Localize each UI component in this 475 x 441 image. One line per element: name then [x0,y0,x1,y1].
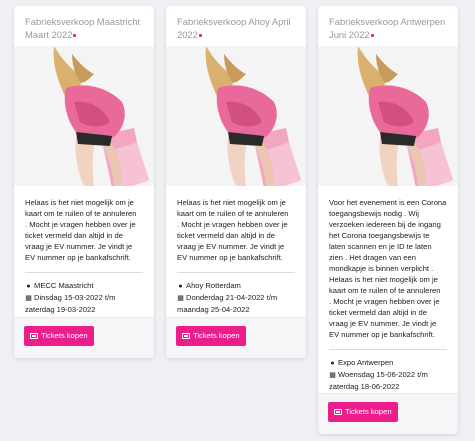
card-body: Helaas is het niet mogelijk om je kaart … [14,186,154,315]
map-marker-icon: ● [26,283,31,290]
event-image [318,46,458,186]
button-label: Tickets kopen [41,331,88,340]
tickets-kopen-button[interactable]: Tickets kopen [328,402,398,422]
card-title-line: Juni 2022 [329,29,370,40]
description-line: ticket vermeld dan altijd in de [177,231,275,240]
description-line: EV nummer op je bankafschrift. [25,253,131,262]
card-title: Fabrieksverkoop Antwerpen Juni 2022 [318,6,458,46]
card-description: Voor het evenement is een Corona toegang… [329,197,447,340]
card-title-line: Fabrieksverkoop Antwerpen [329,16,446,27]
tickets-kopen-button[interactable]: Tickets kopen [24,326,94,346]
accent-dot [370,34,374,37]
card-footer: Tickets kopen [166,317,306,358]
card-body: Helaas is het niet mogelijk om je kaart … [166,186,306,315]
card-title: Fabrieksverkoop Maastricht Maart 2022 [14,6,154,46]
card-title-line: Maart 2022 [25,29,73,40]
location-label: Ahoy Rotterdam [186,281,241,290]
description-line: vraag je EV nummer. Je vindt je [329,319,437,328]
card-title-line: Fabrieksverkoop Ahoy April [177,16,291,27]
event-location: ● Expo Antwerpen [329,357,447,369]
divider [25,272,143,273]
description-line: mondkapje is binnen verplicht . [329,264,434,273]
event-card: Fabrieksverkoop Maastricht Maart 2022 He… [14,6,154,358]
description-line: ticket vermeld dan altijd in de [329,308,427,317]
card-title-line: 2022 [177,29,198,40]
event-location: ● Ahoy Rotterdam [177,280,295,292]
date-label: Dinsdag 15-03-2022 t/m [34,293,116,302]
event-card: Fabrieksverkoop Ahoy April 2022 Helaas i… [166,6,306,358]
description-line: . Mocht je vragen hebben over je [25,220,136,229]
divider [177,272,295,273]
description-line: Helaas is het niet mogelijk om je [329,275,438,284]
description-line: kaart om te ruilen of te annuleren [25,209,137,218]
description-line: . Mocht je vragen hebben over je [177,220,288,229]
event-location: ● MECC Maastricht [25,280,143,292]
description-line: ticket vermeld dan altijd in de [25,231,123,240]
location-label: Expo Antwerpen [338,358,394,367]
calendar-icon: ▦ [177,295,184,302]
card-description: Helaas is het niet mogelijk om je kaart … [177,197,295,263]
description-line: kaart om te ruilen of te annuleren [329,286,441,295]
event-image [166,46,306,186]
description-line: toegangsbewijs nodig . Wij [329,209,419,218]
card-title-line: Fabrieksverkoop Maastricht [25,16,141,27]
location-label: MECC Maastricht [34,281,94,290]
description-line: het Corona toegangsbewijs te [329,231,430,240]
event-dates: ▦ Dinsdag 15-03-2022 t/m [25,292,143,304]
description-line: zien . Het dragen van een [329,253,416,262]
description-line: EV nummer op je bankafschrift. [329,330,435,339]
accent-dot [198,34,202,37]
card-body: Voor het evenement is een Corona toegang… [318,186,458,392]
description-line: Helaas is het niet mogelijk om je [177,198,286,207]
ticket-icon [334,408,342,415]
event-image [14,46,154,186]
ticket-icon [182,332,190,339]
button-label: Tickets kopen [193,331,240,340]
event-card: Fabrieksverkoop Antwerpen Juni 2022 Voor… [318,6,458,434]
calendar-icon: ▦ [25,295,32,302]
calendar-icon: ▦ [329,372,336,379]
card-title: Fabrieksverkoop Ahoy April 2022 [166,6,306,46]
event-dates: ▦ Donderdag 21-04-2022 t/m [177,292,295,304]
description-line: verzoeken iedereen bij de ingang [329,220,441,229]
description-line: vraag je EV nummer. Je vindt je [177,242,285,251]
accent-dot [73,34,77,37]
event-dates: ▦ Woensdag 15-06-2022 t/m [329,369,447,381]
event-dates-end: maandag 25-04-2022 [177,305,250,314]
card-footer: Tickets kopen [318,393,458,434]
card-footer: Tickets kopen [14,317,154,358]
description-line: EV nummer op je bankafschrift. [177,253,283,262]
event-dates-end: zaterdag 18-06-2022 [329,382,400,391]
divider [329,349,447,350]
description-line: Voor het evenement is een Corona [329,198,447,207]
date-label: Woensdag 15-06-2022 t/m [338,370,428,379]
description-line: kaart om te ruilen of te annuleren [177,209,289,218]
tickets-kopen-button[interactable]: Tickets kopen [176,326,246,346]
event-dates-end: zaterdag 19-03-2022 [25,305,96,314]
date-label: Donderdag 21-04-2022 t/m [186,293,278,302]
map-marker-icon: ● [330,360,335,367]
button-label: Tickets kopen [345,407,392,416]
ticket-icon [30,332,38,339]
event-card-grid: Fabrieksverkoop Maastricht Maart 2022 He… [0,0,475,441]
map-marker-icon: ● [178,283,183,290]
description-line: vraag je EV nummer. Je vindt je [25,242,133,251]
description-line: Helaas is het niet mogelijk om je [25,198,134,207]
description-line: laten scannen en je ID te laten [329,242,432,251]
description-line: . Mocht je vragen hebben over je [329,297,440,306]
card-description: Helaas is het niet mogelijk om je kaart … [25,197,143,263]
